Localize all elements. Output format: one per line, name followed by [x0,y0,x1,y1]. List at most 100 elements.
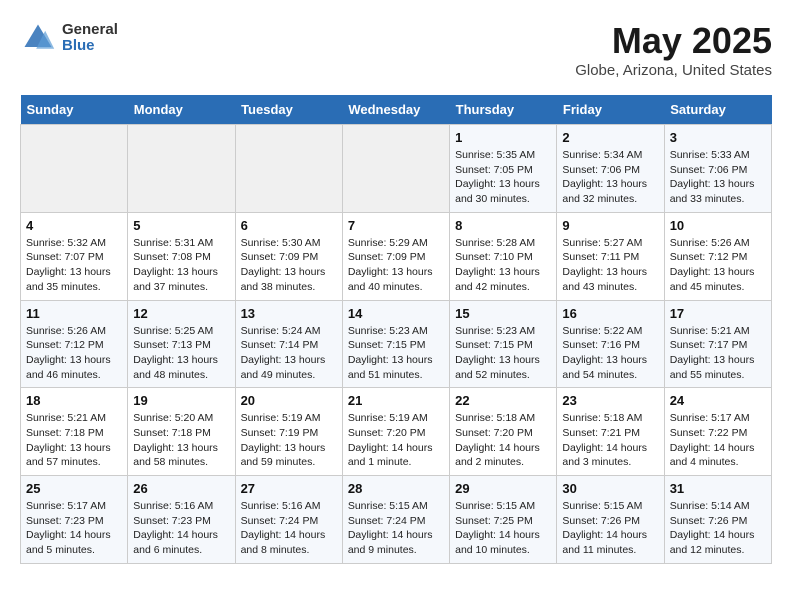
col-header-saturday: Saturday [664,95,771,125]
calendar-cell: 26 Sunrise: 5:16 AM Sunset: 7:23 PM Dayli… [128,476,235,564]
col-header-wednesday: Wednesday [342,95,449,125]
logo-general: General [62,22,118,39]
calendar-cell [342,125,449,213]
day-number: 2 [562,130,658,145]
week-row-5: 25Sunrise: 5:17 AM Sunset: 7:23 PM Dayli… [21,476,772,564]
calendar-cell: 24 Sunrise: 5:17 AM Sunset: 7:22 PM Dayli… [664,388,771,476]
calendar-cell: 18 Sunrise: 5:21 AM Sunset: 7:18 PM Dayli… [21,388,128,476]
day-number: 13 [241,306,337,321]
calendar-cell: 23Sunrise: 5:18 AM Sunset: 7:21 PM Dayli… [557,388,664,476]
calendar-cell: 6 Sunrise: 5:30 AM Sunset: 7:09 PM Daylig… [235,212,342,300]
day-number: 23 [562,393,658,408]
day-detail: Sunrise: 5:19 AM Sunset: 7:20 PM Dayligh… [348,411,444,470]
calendar-table: SundayMondayTuesdayWednesdayThursdayFrid… [20,95,772,564]
day-number: 30 [562,481,658,496]
day-detail: Sunrise: 5:17 AM Sunset: 7:22 PM Dayligh… [670,411,766,470]
calendar-cell: 20 Sunrise: 5:19 AM Sunset: 7:19 PM Dayli… [235,388,342,476]
calendar-cell: 4 Sunrise: 5:32 AM Sunset: 7:07 PM Daylig… [21,212,128,300]
day-detail: Sunrise: 5:34 AM Sunset: 7:06 PM Dayligh… [562,148,658,207]
calendar-cell: 5Sunrise: 5:31 AM Sunset: 7:08 PM Daylig… [128,212,235,300]
day-number: 8 [455,218,551,233]
subtitle: Globe, Arizona, United States [575,62,772,79]
day-detail: Sunrise: 5:29 AM Sunset: 7:09 PM Dayligh… [348,236,444,295]
day-number: 28 [348,481,444,496]
calendar-cell: 13 Sunrise: 5:24 AM Sunset: 7:14 PM Dayli… [235,300,342,388]
col-header-monday: Monday [128,95,235,125]
day-detail: Sunrise: 5:26 AM Sunset: 7:12 PM Dayligh… [26,324,122,383]
day-number: 31 [670,481,766,496]
col-header-tuesday: Tuesday [235,95,342,125]
day-number: 18 [26,393,122,408]
col-header-thursday: Thursday [450,95,557,125]
week-row-1: 1 Sunrise: 5:35 AM Sunset: 7:05 PM Daylig… [21,125,772,213]
day-number: 3 [670,130,766,145]
calendar-cell [128,125,235,213]
day-detail: Sunrise: 5:23 AM Sunset: 7:15 PM Dayligh… [348,324,444,383]
day-detail: Sunrise: 5:15 AM Sunset: 7:25 PM Dayligh… [455,499,551,558]
calendar-cell: 30 Sunrise: 5:15 AM Sunset: 7:26 PM Dayli… [557,476,664,564]
calendar-cell: 16 Sunrise: 5:22 AM Sunset: 7:16 PM Dayli… [557,300,664,388]
day-detail: Sunrise: 5:22 AM Sunset: 7:16 PM Dayligh… [562,324,658,383]
logo-icon [20,20,56,56]
day-number: 4 [26,218,122,233]
logo-blue: Blue [62,38,118,55]
day-number: 22 [455,393,551,408]
day-detail: Sunrise: 5:32 AM Sunset: 7:07 PM Dayligh… [26,236,122,295]
col-header-sunday: Sunday [21,95,128,125]
day-number: 1 [455,130,551,145]
day-detail: Sunrise: 5:16 AM Sunset: 7:23 PM Dayligh… [133,499,229,558]
day-number: 24 [670,393,766,408]
title-block: May 2025 Globe, Arizona, United States [575,20,772,79]
calendar-cell: 8 Sunrise: 5:28 AM Sunset: 7:10 PM Daylig… [450,212,557,300]
calendar-cell [235,125,342,213]
week-row-4: 18 Sunrise: 5:21 AM Sunset: 7:18 PM Dayli… [21,388,772,476]
logo: General Blue [20,20,118,56]
calendar-cell: 10Sunrise: 5:26 AM Sunset: 7:12 PM Dayli… [664,212,771,300]
day-detail: Sunrise: 5:21 AM Sunset: 7:18 PM Dayligh… [26,411,122,470]
calendar-cell: 28Sunrise: 5:15 AM Sunset: 7:24 PM Dayli… [342,476,449,564]
day-detail: Sunrise: 5:23 AM Sunset: 7:15 PM Dayligh… [455,324,551,383]
week-row-2: 4 Sunrise: 5:32 AM Sunset: 7:07 PM Daylig… [21,212,772,300]
day-number: 12 [133,306,229,321]
day-number: 19 [133,393,229,408]
calendar-cell: 2 Sunrise: 5:34 AM Sunset: 7:06 PM Daylig… [557,125,664,213]
day-number: 14 [348,306,444,321]
day-detail: Sunrise: 5:17 AM Sunset: 7:23 PM Dayligh… [26,499,122,558]
calendar-cell: 15Sunrise: 5:23 AM Sunset: 7:15 PM Dayli… [450,300,557,388]
week-row-3: 11Sunrise: 5:26 AM Sunset: 7:12 PM Dayli… [21,300,772,388]
day-number: 21 [348,393,444,408]
calendar-cell: 27Sunrise: 5:16 AM Sunset: 7:24 PM Dayli… [235,476,342,564]
day-detail: Sunrise: 5:26 AM Sunset: 7:12 PM Dayligh… [670,236,766,295]
calendar-cell: 21 Sunrise: 5:19 AM Sunset: 7:20 PM Dayli… [342,388,449,476]
calendar-cell: 25Sunrise: 5:17 AM Sunset: 7:23 PM Dayli… [21,476,128,564]
day-detail: Sunrise: 5:19 AM Sunset: 7:19 PM Dayligh… [241,411,337,470]
day-detail: Sunrise: 5:30 AM Sunset: 7:09 PM Dayligh… [241,236,337,295]
day-detail: Sunrise: 5:28 AM Sunset: 7:10 PM Dayligh… [455,236,551,295]
day-number: 16 [562,306,658,321]
day-detail: Sunrise: 5:15 AM Sunset: 7:26 PM Dayligh… [562,499,658,558]
day-detail: Sunrise: 5:18 AM Sunset: 7:20 PM Dayligh… [455,411,551,470]
col-header-friday: Friday [557,95,664,125]
day-number: 7 [348,218,444,233]
calendar-cell: 19 Sunrise: 5:20 AM Sunset: 7:18 PM Dayli… [128,388,235,476]
day-detail: Sunrise: 5:20 AM Sunset: 7:18 PM Dayligh… [133,411,229,470]
logo-text: General Blue [62,22,118,55]
day-detail: Sunrise: 5:24 AM Sunset: 7:14 PM Dayligh… [241,324,337,383]
calendar-cell: 3 Sunrise: 5:33 AM Sunset: 7:06 PM Daylig… [664,125,771,213]
calendar-cell: 29Sunrise: 5:15 AM Sunset: 7:25 PM Dayli… [450,476,557,564]
header-row: SundayMondayTuesdayWednesdayThursdayFrid… [21,95,772,125]
page-header: General Blue May 2025 Globe, Arizona, Un… [20,20,772,79]
calendar-cell: 11Sunrise: 5:26 AM Sunset: 7:12 PM Dayli… [21,300,128,388]
calendar-cell: 12Sunrise: 5:25 AM Sunset: 7:13 PM Dayli… [128,300,235,388]
calendar-cell: 31Sunrise: 5:14 AM Sunset: 7:26 PM Dayli… [664,476,771,564]
calendar-cell: 22 Sunrise: 5:18 AM Sunset: 7:20 PM Dayli… [450,388,557,476]
day-number: 6 [241,218,337,233]
day-detail: Sunrise: 5:35 AM Sunset: 7:05 PM Dayligh… [455,148,551,207]
day-detail: Sunrise: 5:16 AM Sunset: 7:24 PM Dayligh… [241,499,337,558]
day-number: 26 [133,481,229,496]
day-detail: Sunrise: 5:27 AM Sunset: 7:11 PM Dayligh… [562,236,658,295]
day-detail: Sunrise: 5:33 AM Sunset: 7:06 PM Dayligh… [670,148,766,207]
calendar-cell: 9Sunrise: 5:27 AM Sunset: 7:11 PM Daylig… [557,212,664,300]
calendar-cell: 1 Sunrise: 5:35 AM Sunset: 7:05 PM Daylig… [450,125,557,213]
day-number: 20 [241,393,337,408]
